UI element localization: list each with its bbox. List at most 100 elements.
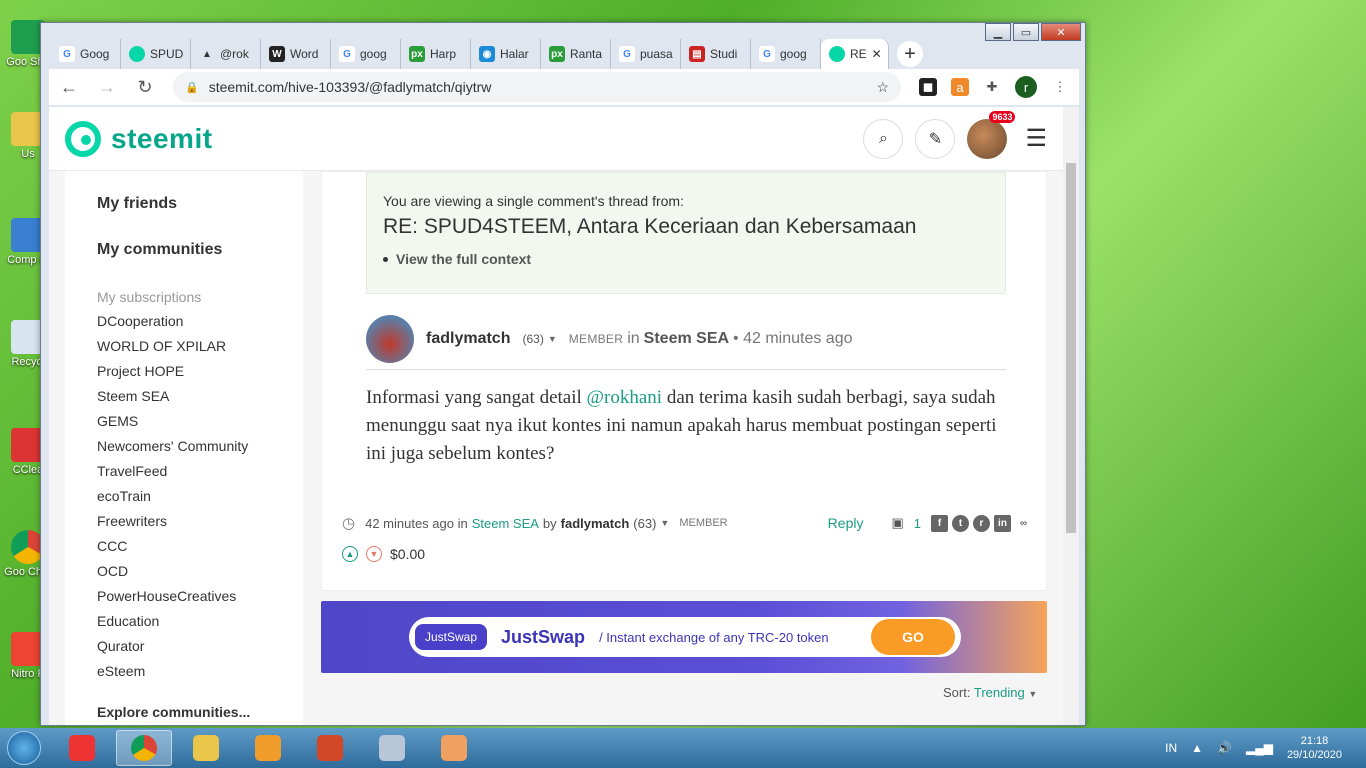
amazon-extension-icon[interactable]: a [951, 78, 969, 96]
new-post-button[interactable]: ✎ [915, 118, 956, 159]
start-button[interactable] [0, 728, 48, 768]
site-header: steemit ⌕ ✎ 9633 ☰ [49, 107, 1063, 171]
sidebar-community-item[interactable]: Newcomers' Community [97, 438, 303, 455]
tab-word[interactable]: W Word [261, 39, 331, 69]
tab-halaman[interactable]: ◉ Halar [471, 39, 541, 69]
extension-icon[interactable]: ◼ [919, 78, 937, 96]
downvote-icon[interactable]: ▼ [366, 546, 382, 562]
footer-reputation: (63) [633, 515, 657, 531]
footer-author-link[interactable]: fadlymatch [561, 516, 630, 531]
taskbar-archive[interactable] [426, 730, 482, 766]
halaman-icon: ◉ [479, 46, 495, 62]
reply-button[interactable]: Reply [828, 515, 864, 531]
address-bar[interactable]: 🔒 steemit.com/hive-103393/@fadlymatch/qi… [173, 72, 901, 102]
payout-value[interactable]: $0.00 [390, 546, 425, 562]
tab-re-active[interactable]: RE ✕ [821, 39, 889, 69]
user-avatar[interactable]: 9633 [967, 110, 1016, 159]
pencil-icon: ✎ [928, 130, 943, 148]
body-text-start: Informasi yang sangat detail [366, 387, 587, 408]
url-text[interactable]: steemit.com/hive-103393/@fadlymatch/qiyt… [209, 79, 867, 95]
sidebar-community-item[interactable]: DCooperation [97, 313, 303, 330]
reload-icon[interactable]: ↻ [135, 77, 155, 98]
reply-count[interactable]: 1 [914, 516, 921, 531]
tray-arrow-icon[interactable]: ▲ [1191, 741, 1203, 755]
minimize-button[interactable]: ▁ [985, 23, 1011, 41]
taskbar-media[interactable] [240, 730, 296, 766]
comments-icon[interactable]: ▣ [891, 515, 903, 531]
sidebar-community-item[interactable]: ecoTrain [97, 488, 303, 505]
close-window-button[interactable]: ✕ [1041, 23, 1081, 41]
steemit-logo[interactable]: steemit [65, 120, 213, 157]
sidebar-community-item[interactable]: eSteem [97, 663, 303, 680]
puzzle-icon[interactable]: ✚ [983, 78, 1001, 96]
volume-icon[interactable]: 🔊 [1217, 741, 1232, 755]
context-title[interactable]: RE: SPUD4STEEM, Antara Keceriaan dan Keb… [383, 215, 989, 239]
scrollbar-thumb[interactable] [1066, 163, 1076, 533]
sidebar-community-item[interactable]: Freewriters [97, 513, 303, 530]
sidebar-community-item[interactable]: GEMS [97, 413, 303, 430]
sidebar-community-item[interactable]: Education [97, 613, 303, 630]
sidebar-community-item[interactable]: WORLD OF XPILAR [97, 338, 303, 355]
taskbar-app-1[interactable] [54, 730, 110, 766]
my-friends-link[interactable]: My friends [97, 195, 303, 213]
sidebar-community-item[interactable]: Qurator [97, 638, 303, 655]
explore-communities-link[interactable]: Explore communities... [97, 704, 303, 720]
sidebar-community-item[interactable]: CCC [97, 538, 303, 555]
tab-google-1[interactable]: G Goog [51, 39, 121, 69]
tab-google-3[interactable]: Ggoog [751, 39, 821, 69]
taskbar-powerpoint[interactable] [302, 730, 358, 766]
sidebar-community-item[interactable]: PowerHouseCreatives [97, 588, 303, 605]
search-button[interactable]: ⌕ [863, 118, 904, 159]
back-arrow-icon[interactable]: ← [59, 77, 79, 98]
bookmark-star-icon[interactable]: ☆ [876, 79, 889, 96]
tab-spud[interactable]: SPUD [121, 39, 191, 69]
profile-avatar[interactable]: r [1015, 76, 1037, 98]
tab-label: RE [850, 47, 867, 61]
tab-harp[interactable]: px Harp [401, 39, 471, 69]
hamburger-menu-icon[interactable]: ☰ [1025, 124, 1047, 153]
upvote-icon[interactable]: ▲ [342, 546, 358, 562]
sidebar-community-item[interactable]: Steem SEA [97, 388, 303, 405]
taskbar-explorer[interactable] [178, 730, 234, 766]
sidebar-community-item[interactable]: Project HOPE [97, 363, 303, 380]
search-icon: ⌕ [879, 129, 888, 147]
author-avatar[interactable] [366, 314, 414, 363]
twitter-icon[interactable]: t [952, 514, 969, 532]
footer-community-link[interactable]: Steem SEA [472, 516, 539, 531]
my-communities-link[interactable]: My communities [97, 241, 303, 259]
forward-arrow-icon[interactable]: → [97, 77, 117, 98]
menu-dots-icon[interactable]: ⋮ [1051, 78, 1069, 96]
author-name[interactable]: fadlymatch [426, 330, 510, 348]
view-full-context-link[interactable]: View the full context [383, 251, 989, 267]
thread-context-box: You are viewing a single comment's threa… [366, 172, 1006, 294]
community-link[interactable]: Steem SEA [644, 330, 729, 348]
tab-studi[interactable]: ▤ Studi [681, 39, 751, 69]
language-indicator[interactable]: IN [1165, 741, 1177, 755]
sort-value[interactable]: Trending [974, 685, 1025, 700]
page-scrollbar[interactable] [1063, 107, 1079, 725]
tab-puasa[interactable]: Gpuasa [611, 39, 681, 69]
footer-actions: Reply ▣ 1 f t r in ∞ [828, 514, 1032, 532]
mention-link[interactable]: @rokhani [587, 387, 663, 408]
sidebar-community-item[interactable]: TravelFeed [97, 463, 303, 480]
clock[interactable]: 21:18 29/10/2020 [1287, 734, 1342, 762]
tab-google-2[interactable]: Ggoog [331, 39, 401, 69]
sidebar-community-item[interactable]: OCD [97, 563, 303, 580]
taskbar-device[interactable] [364, 730, 420, 766]
facebook-icon[interactable]: f [931, 514, 948, 532]
author-dropdown-icon[interactable]: ▼ [548, 334, 557, 344]
new-tab-button[interactable]: + [897, 41, 923, 67]
footer-dropdown-icon[interactable]: ▼ [660, 518, 669, 528]
tab-rok[interactable]: ▲ @rok [191, 39, 261, 69]
justswap-ad-banner[interactable]: JustSwap JustSwap / Instant exchange of … [321, 601, 1047, 673]
linkedin-icon[interactable]: in [994, 514, 1011, 532]
ad-go-button[interactable]: GO [871, 619, 955, 655]
sort-control[interactable]: Sort: Trending ▼ [943, 685, 1037, 700]
tab-ranta[interactable]: px Ranta [541, 39, 611, 69]
signal-icon[interactable]: ▂▄▆ [1246, 741, 1273, 755]
reddit-icon[interactable]: r [973, 514, 990, 532]
link-icon[interactable]: ∞ [1015, 515, 1032, 532]
maximize-button[interactable]: ▭ [1013, 23, 1039, 41]
taskbar-chrome[interactable] [116, 730, 172, 766]
close-tab-icon[interactable]: ✕ [872, 47, 882, 61]
